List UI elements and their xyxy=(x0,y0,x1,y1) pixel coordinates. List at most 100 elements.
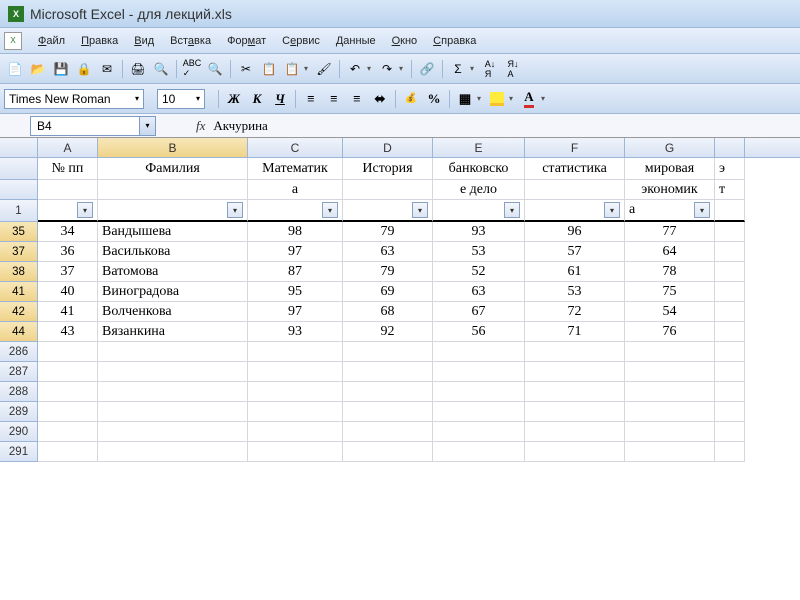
data-cell[interactable]: 93 xyxy=(433,222,525,242)
empty-cell[interactable] xyxy=(248,442,343,462)
empty-cell[interactable] xyxy=(38,402,98,422)
header-cell[interactable]: Фамилия xyxy=(98,158,248,180)
data-cell[interactable] xyxy=(715,322,745,342)
cut-button[interactable]: ✂ xyxy=(235,58,257,80)
data-cell[interactable] xyxy=(715,222,745,242)
menu-window[interactable]: Окно xyxy=(384,32,426,50)
header-cell[interactable]: мировая xyxy=(625,158,715,180)
empty-cell[interactable] xyxy=(343,382,433,402)
data-cell[interactable]: Василькова xyxy=(98,242,248,262)
row-header[interactable]: 291 xyxy=(0,442,38,462)
data-cell[interactable]: 37 xyxy=(38,262,98,282)
sort-desc-button[interactable]: Я↓А xyxy=(502,58,524,80)
data-cell[interactable]: 36 xyxy=(38,242,98,262)
row-header[interactable]: 42 xyxy=(0,302,38,322)
header-cell[interactable] xyxy=(38,180,98,200)
format-painter-button[interactable]: 🖌 xyxy=(313,58,335,80)
filter-dropdown-icon[interactable]: ▾ xyxy=(412,202,428,218)
autosum-button[interactable]: Σ xyxy=(447,58,469,80)
copy-button[interactable]: 📋 xyxy=(258,58,280,80)
data-cell[interactable]: Вязанкина xyxy=(98,322,248,342)
filter-cell[interactable] xyxy=(715,200,745,222)
empty-cell[interactable] xyxy=(715,402,745,422)
data-cell[interactable]: 76 xyxy=(625,322,715,342)
empty-cell[interactable] xyxy=(98,362,248,382)
permissions-button[interactable]: 🔒 xyxy=(73,58,95,80)
empty-cell[interactable] xyxy=(715,362,745,382)
data-cell[interactable]: 69 xyxy=(343,282,433,302)
filter-cell[interactable]: ▾ xyxy=(343,200,433,222)
document-control-icon[interactable]: X xyxy=(4,32,22,50)
fx-label[interactable]: fx xyxy=(196,118,205,134)
borders-button[interactable]: ▦ xyxy=(454,88,476,110)
menu-edit[interactable]: Правка xyxy=(73,32,126,50)
spellcheck-button[interactable]: ABC✓ xyxy=(181,58,203,80)
empty-cell[interactable] xyxy=(433,422,525,442)
menu-help[interactable]: Справка xyxy=(425,32,484,50)
print-preview-button[interactable]: 🔍 xyxy=(150,58,172,80)
filter-cell[interactable]: ▾ xyxy=(38,200,98,222)
filter-cell[interactable]: а▾ xyxy=(625,200,715,222)
empty-cell[interactable] xyxy=(343,422,433,442)
paste-button[interactable]: 📋 xyxy=(281,58,303,80)
data-cell[interactable] xyxy=(715,302,745,322)
col-header-e[interactable]: E xyxy=(433,138,525,157)
data-cell[interactable]: 98 xyxy=(248,222,343,242)
empty-cell[interactable] xyxy=(433,402,525,422)
header-cell[interactable]: История xyxy=(343,158,433,180)
data-cell[interactable] xyxy=(715,262,745,282)
data-cell[interactable]: 61 xyxy=(525,262,625,282)
empty-cell[interactable] xyxy=(525,422,625,442)
merge-center-button[interactable]: ⬌ xyxy=(369,88,391,110)
data-cell[interactable]: 75 xyxy=(625,282,715,302)
menu-format[interactable]: Формат xyxy=(219,32,274,50)
empty-cell[interactable] xyxy=(38,442,98,462)
filter-cell[interactable]: ▾ xyxy=(98,200,248,222)
data-cell[interactable]: 63 xyxy=(433,282,525,302)
data-cell[interactable]: Виноградова xyxy=(98,282,248,302)
hyperlink-button[interactable]: 🔗 xyxy=(416,58,438,80)
empty-cell[interactable] xyxy=(715,442,745,462)
data-cell[interactable]: 57 xyxy=(525,242,625,262)
fill-color-dropdown[interactable]: ▾ xyxy=(509,94,517,103)
underline-button[interactable]: Ч xyxy=(269,88,291,110)
currency-button[interactable]: 💰 xyxy=(400,88,422,110)
save-button[interactable]: 💾 xyxy=(50,58,72,80)
header-cell[interactable]: экономик xyxy=(625,180,715,200)
empty-cell[interactable] xyxy=(248,362,343,382)
header-cell[interactable]: № пп xyxy=(38,158,98,180)
print-button[interactable]: 🖨 xyxy=(127,58,149,80)
row-header[interactable]: 287 xyxy=(0,362,38,382)
empty-cell[interactable] xyxy=(38,422,98,442)
menu-insert[interactable]: Вставка xyxy=(162,32,219,50)
filter-cell[interactable]: ▾ xyxy=(248,200,343,222)
data-cell[interactable]: Ватомова xyxy=(98,262,248,282)
filter-dropdown-icon[interactable]: ▾ xyxy=(604,202,620,218)
empty-cell[interactable] xyxy=(433,342,525,362)
empty-cell[interactable] xyxy=(433,382,525,402)
empty-cell[interactable] xyxy=(248,342,343,362)
row-header[interactable] xyxy=(0,158,38,180)
name-box-dropdown[interactable]: ▾ xyxy=(140,116,156,136)
data-cell[interactable]: 71 xyxy=(525,322,625,342)
data-cell[interactable]: 40 xyxy=(38,282,98,302)
header-cell[interactable]: Математик xyxy=(248,158,343,180)
filter-dropdown-icon[interactable]: ▾ xyxy=(77,202,93,218)
data-cell[interactable]: 53 xyxy=(525,282,625,302)
row-header[interactable]: 38 xyxy=(0,262,38,282)
redo-button[interactable]: ↷ xyxy=(376,58,398,80)
empty-cell[interactable] xyxy=(525,442,625,462)
align-left-button[interactable]: ≡ xyxy=(300,88,322,110)
header-cell[interactable] xyxy=(98,180,248,200)
data-cell[interactable]: 79 xyxy=(343,262,433,282)
header-cell[interactable]: е дело xyxy=(433,180,525,200)
borders-dropdown[interactable]: ▾ xyxy=(477,94,485,103)
row-header[interactable]: 41 xyxy=(0,282,38,302)
empty-cell[interactable] xyxy=(98,422,248,442)
empty-cell[interactable] xyxy=(433,442,525,462)
font-size-select[interactable]: 10 ▾ xyxy=(157,89,205,109)
data-cell[interactable]: 68 xyxy=(343,302,433,322)
empty-cell[interactable] xyxy=(715,342,745,362)
data-cell[interactable]: 78 xyxy=(625,262,715,282)
data-cell[interactable]: 64 xyxy=(625,242,715,262)
